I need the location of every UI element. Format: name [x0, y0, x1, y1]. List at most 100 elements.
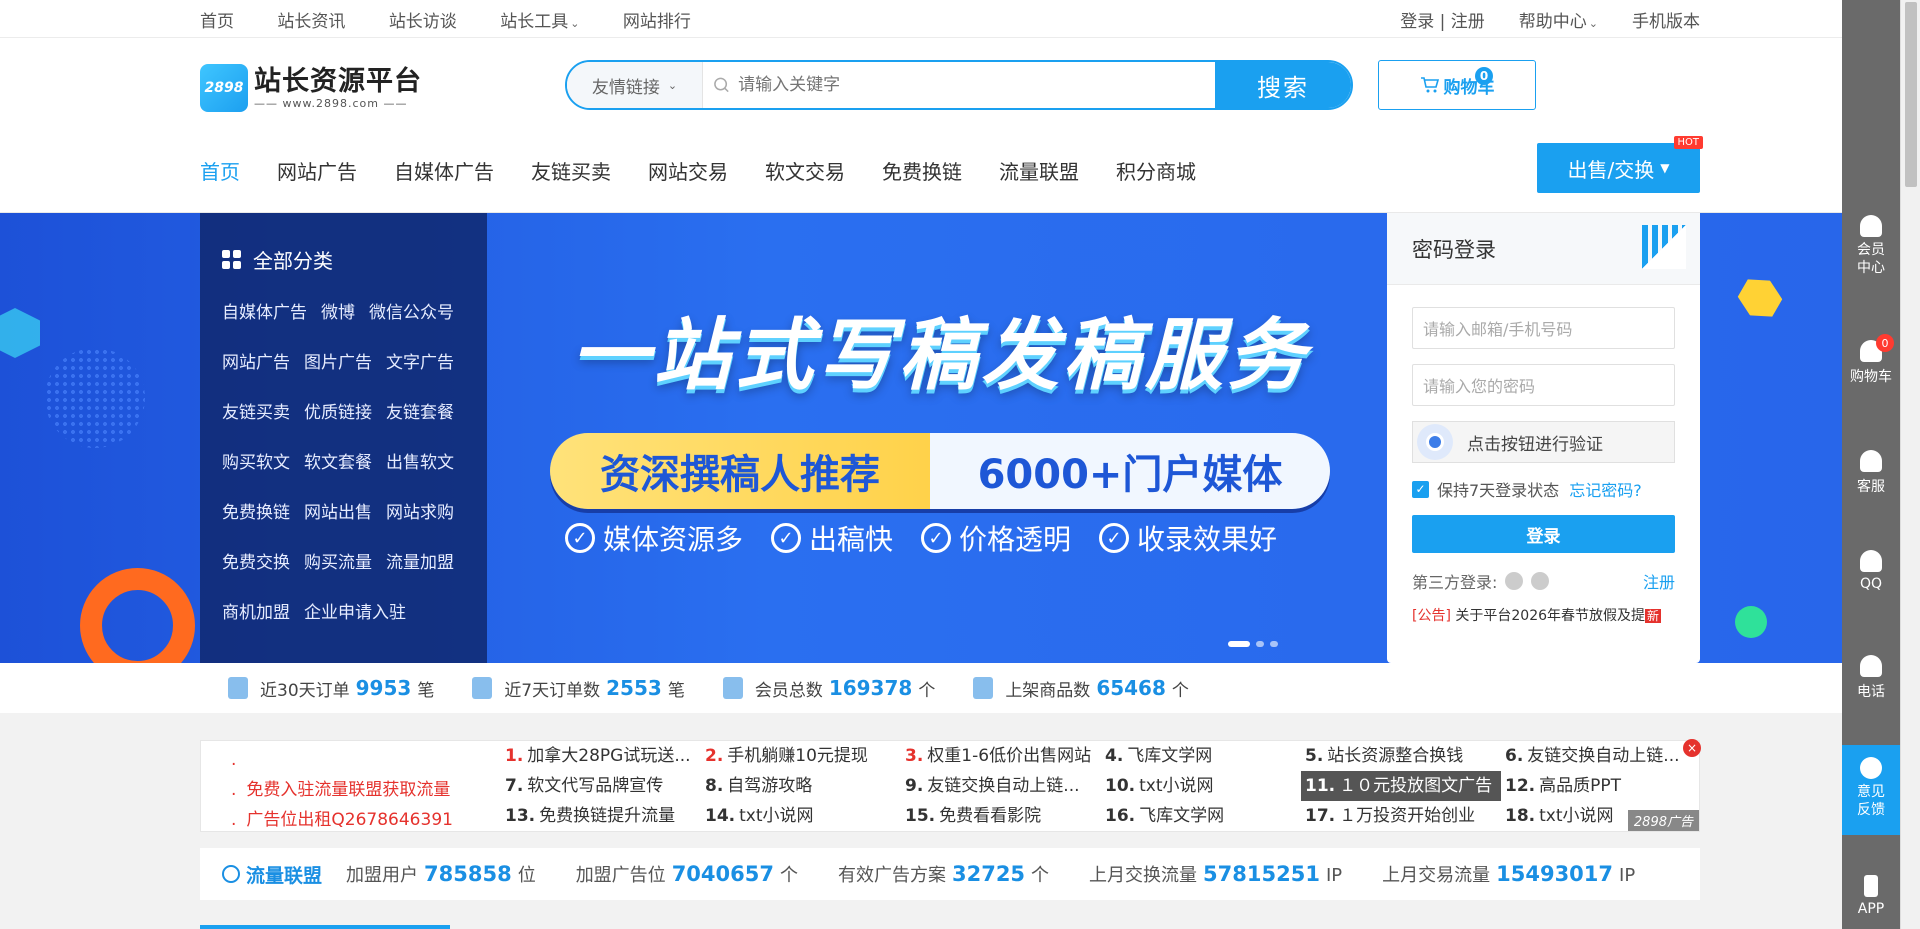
text-ad-link[interactable]: 4. 飞库文学网 — [1101, 741, 1301, 771]
category-link[interactable]: 流量加盟 — [386, 553, 454, 573]
help-center-link[interactable]: 帮助中心 ⌄ — [1519, 7, 1598, 32]
nav-item-media-ads[interactable]: 自媒体广告 — [394, 156, 494, 185]
nav-item-points-mall[interactable]: 积分商城 — [1116, 156, 1196, 185]
carousel-dot[interactable] — [1270, 641, 1278, 647]
close-icon[interactable]: × — [1683, 739, 1701, 757]
category-link[interactable]: 企业申请入驻 — [304, 603, 406, 623]
category-link[interactable]: 微信公众号 — [369, 303, 454, 323]
text-ad-rank: 13. — [505, 806, 536, 826]
sidebar-member-center[interactable]: 会员 中心 — [1842, 215, 1900, 277]
category-link[interactable]: 商机加盟 — [222, 603, 290, 623]
text-ad-link[interactable]: 2. 手机躺赚10元提现 — [701, 741, 901, 771]
trend-icon — [222, 865, 240, 883]
text-ad-link[interactable]: 5. 站长资源整合换钱 — [1301, 741, 1501, 771]
wechat-icon[interactable] — [1531, 572, 1550, 590]
nav-item-site-ads[interactable]: 网站广告 — [277, 156, 357, 185]
text-ad-link[interactable]: 9. 友链交换自动上链... — [901, 771, 1101, 801]
sidebar-phone[interactable]: 电话 — [1842, 655, 1900, 701]
top-link-news[interactable]: 站长资讯 — [277, 12, 345, 32]
banner-pill: 资深撰稿人推荐 6000+门户媒体 — [550, 433, 1330, 509]
sell-exchange-button[interactable]: 出售/交换 ▼ HOT — [1537, 136, 1703, 193]
hero-banner[interactable]: 全部分类 自媒体广告 微博 微信公众号 网站广告 图片广告 文字广告 友链买卖 优质链接友… — [0, 213, 1920, 663]
carousel-dot-active[interactable] — [1228, 641, 1250, 647]
nav-item-site-trade[interactable]: 网站交易 — [648, 156, 728, 185]
category-link[interactable]: 购买软文 — [222, 453, 290, 473]
text-ad-link[interactable]: 3. 权重1-6低价出售网站 — [901, 741, 1101, 771]
text-ad-link[interactable]: 10. txt小说网 — [1101, 771, 1301, 801]
sidebar-service[interactable]: 客服 — [1842, 450, 1900, 496]
text-ad-link[interactable]: 14. txt小说网 — [701, 801, 901, 831]
search-button[interactable]: 搜索 — [1215, 62, 1351, 108]
text-ad-link[interactable]: 12. 高品质PPT — [1501, 771, 1701, 801]
top-link-ranking[interactable]: 网站排行 — [623, 12, 691, 32]
stat-members: 会员总数 169378 个 — [722, 676, 935, 701]
sidebar-app[interactable]: APP — [1842, 875, 1900, 917]
category-link[interactable]: 软文套餐 — [304, 453, 372, 473]
category-link[interactable]: 友链买卖 — [222, 403, 290, 423]
promo-link[interactable]: . 广告位出租Q2678646391 — [231, 805, 453, 835]
nav-item-home[interactable]: 首页 — [200, 156, 240, 185]
text-ad-link[interactable]: 11. １０元投放图文广告 — [1301, 771, 1501, 801]
carousel-dot[interactable] — [1256, 641, 1264, 647]
email-field[interactable]: 请输入邮箱/手机号码 — [1412, 307, 1675, 349]
page-scrollbar[interactable] — [1900, 0, 1920, 929]
password-field[interactable]: 请输入您的密码 — [1412, 364, 1675, 406]
category-link[interactable]: 购买流量 — [304, 553, 372, 573]
sidebar-cart[interactable]: 购物车 0 — [1842, 334, 1900, 386]
top-link-interview[interactable]: 站长访谈 — [389, 12, 457, 32]
text-ad-link[interactable]: 13. 免费换链提升流量 — [501, 801, 701, 831]
search-category-select[interactable]: 友情链接 ⌄ — [567, 62, 703, 108]
category-link[interactable]: 优质链接 — [304, 403, 372, 423]
announcement[interactable]: [公告] 关于平台2026年春节放假及提新 — [1412, 605, 1675, 625]
login-button[interactable]: 登录 — [1412, 515, 1675, 553]
category-link[interactable]: 免费换链 — [222, 503, 290, 523]
nav-item-article-trade[interactable]: 软文交易 — [765, 156, 845, 185]
register-link[interactable]: 注册 — [1643, 569, 1675, 593]
chevron-down-icon: ⌄ — [570, 16, 580, 30]
category-link[interactable]: 免费交换 — [222, 553, 290, 573]
text-ad-rank: 7. — [505, 776, 524, 796]
nav-item-free-exchange[interactable]: 免费换链 — [882, 156, 962, 185]
category-link[interactable]: 文字广告 — [386, 353, 454, 373]
login-register-link[interactable]: 登录 | 注册 — [1400, 7, 1485, 32]
search-category-label: 友情链接 — [591, 77, 660, 98]
category-link[interactable]: 友链套餐 — [386, 403, 454, 423]
nav-item-traffic-alliance[interactable]: 流量联盟 — [999, 156, 1079, 185]
category-link[interactable]: 网站广告 — [222, 353, 290, 373]
forgot-password-link[interactable]: 忘记密码? — [1569, 477, 1642, 501]
traffic-alliance-title[interactable]: 流量联盟 — [222, 861, 322, 888]
text-ad-link[interactable]: 1. 加拿大28PG试玩送... — [501, 741, 701, 771]
promo-link[interactable]: . — [231, 745, 453, 775]
captcha-verify-button[interactable]: 点击按钮进行验证 — [1412, 421, 1675, 463]
sidebar-qq[interactable]: QQ — [1842, 550, 1900, 592]
promo-link[interactable]: . 免费入驻流量联盟获取流量 — [231, 775, 453, 805]
category-link[interactable]: 网站求购 — [386, 503, 454, 523]
text-ad-link[interactable]: 17. １万投资开始创业 — [1301, 801, 1501, 831]
main-nav: 首页 网站广告 自媒体广告 友链买卖 网站交易 软文交易 免费换链 流量联盟 积… — [200, 156, 1233, 185]
header: 2898 站长资源平台 —— www.2898.com —— 友情链接 ⌄ 搜索… — [0, 38, 1920, 213]
text-ad-link[interactable]: 15. 免费看看影院 — [901, 801, 1101, 831]
text-ad-link[interactable]: 8. 自驾游攻略 — [701, 771, 901, 801]
qq-icon[interactable] — [1505, 572, 1524, 590]
top-link-tools[interactable]: 站长工具 ⌄ — [500, 12, 579, 32]
top-link-home[interactable]: 首页 — [200, 12, 234, 32]
site-logo[interactable]: 2898 站长资源平台 —— www.2898.com —— — [200, 64, 422, 112]
text-ad-link[interactable]: 7. 软文代写品牌宣传 — [501, 771, 701, 801]
keep-login-checkbox[interactable]: ✓ — [1412, 480, 1429, 498]
text-ad-link[interactable]: 6. 友链交换自动上链... — [1501, 741, 1701, 771]
mobile-version-link[interactable]: 手机版本 — [1632, 7, 1700, 32]
category-link[interactable]: 出售软文 — [386, 453, 454, 473]
scrollbar-thumb[interactable] — [1905, 2, 1917, 187]
category-link[interactable]: 微博 — [321, 303, 355, 323]
category-link[interactable]: 自媒体广告 — [222, 303, 307, 323]
stat-label: 近7天订单数 — [504, 680, 601, 701]
text-ad-link[interactable]: 16. 飞库文学网 — [1101, 801, 1301, 831]
category-link[interactable]: 网站出售 — [304, 503, 372, 523]
sidebar-feedback[interactable]: 意见 反馈 — [1842, 745, 1900, 835]
qr-code-icon[interactable] — [1642, 225, 1686, 269]
cart-button[interactable]: 购物车 0 — [1378, 60, 1536, 110]
category-link[interactable]: 图片广告 — [304, 353, 372, 373]
nav-item-link-trade[interactable]: 友链买卖 — [531, 156, 611, 185]
search-input[interactable] — [738, 75, 1215, 95]
stat-products: 上架商品数 65468 个 — [973, 676, 1189, 701]
